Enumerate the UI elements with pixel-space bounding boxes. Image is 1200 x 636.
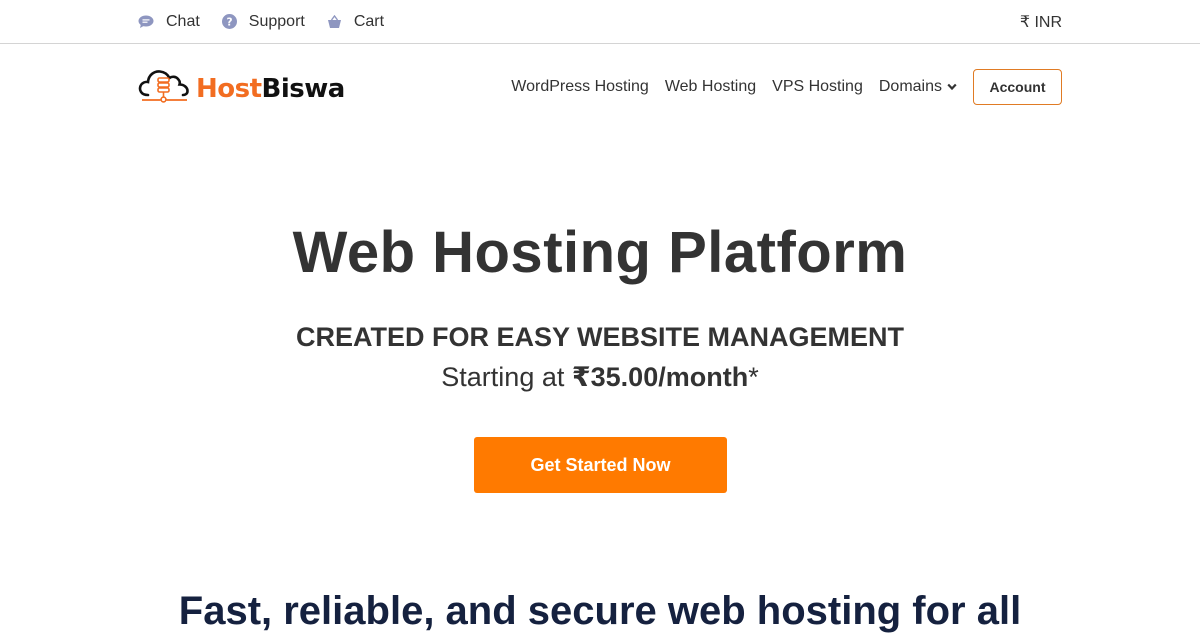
nav-label: VPS Hosting bbox=[772, 78, 863, 95]
cloud-server-icon bbox=[138, 66, 190, 111]
get-started-button[interactable]: Get Started Now bbox=[474, 437, 727, 493]
price-prefix: Starting at bbox=[441, 362, 572, 392]
main-nav-bar: HostBiswa WordPress Hosting Web Hosting … bbox=[0, 44, 1200, 130]
nav-label: WordPress Hosting bbox=[511, 78, 649, 95]
logo-text-host: Host bbox=[196, 73, 262, 104]
hero-title: Web Hosting Platform bbox=[292, 220, 908, 285]
top-bar: Chat ? Support Cart ₹ INR bbox=[0, 0, 1200, 44]
chat-link[interactable]: Chat bbox=[138, 13, 200, 31]
account-button[interactable]: Account bbox=[973, 69, 1062, 105]
nav-label: Domains bbox=[878, 78, 942, 95]
svg-text:?: ? bbox=[226, 16, 232, 28]
logo-text-biswa: Biswa bbox=[261, 73, 346, 104]
chat-bubble-icon bbox=[138, 15, 154, 29]
price-value: ₹35.00/month bbox=[571, 362, 749, 392]
nav-label: Web Hosting bbox=[664, 78, 757, 95]
chevron-down-icon bbox=[947, 78, 957, 96]
features-heading: Fast, reliable, and secure web hosting f… bbox=[178, 589, 1022, 633]
currency-selector[interactable]: ₹ INR bbox=[1020, 12, 1062, 32]
nav-wordpress-hosting[interactable]: WordPress Hosting bbox=[511, 78, 649, 96]
logo[interactable]: HostBiswa bbox=[138, 66, 345, 111]
price-asterisk: * bbox=[748, 362, 759, 392]
nav-web-hosting[interactable]: Web Hosting bbox=[665, 78, 756, 96]
cart-link[interactable]: Cart bbox=[327, 13, 384, 31]
nav-vps-hosting[interactable]: VPS Hosting bbox=[772, 78, 863, 96]
nav-domains-dropdown[interactable]: Domains bbox=[879, 78, 957, 96]
support-link[interactable]: ? Support bbox=[221, 12, 305, 31]
logo-wordmark: HostBiswa bbox=[196, 76, 345, 102]
chat-label: Chat bbox=[166, 12, 200, 30]
main-nav: WordPress Hosting Web Hosting VPS Hostin… bbox=[511, 69, 1062, 105]
top-links: Chat ? Support Cart bbox=[138, 13, 384, 31]
question-circle-icon: ? bbox=[221, 14, 237, 29]
cart-label: Cart bbox=[353, 12, 385, 30]
hero-price: Starting at ₹35.00/month* bbox=[0, 360, 1200, 394]
hero-subtitle: CREATED FOR EASY WEBSITE MANAGEMENT bbox=[295, 322, 905, 352]
support-label: Support bbox=[248, 12, 305, 30]
basket-icon bbox=[327, 14, 342, 29]
